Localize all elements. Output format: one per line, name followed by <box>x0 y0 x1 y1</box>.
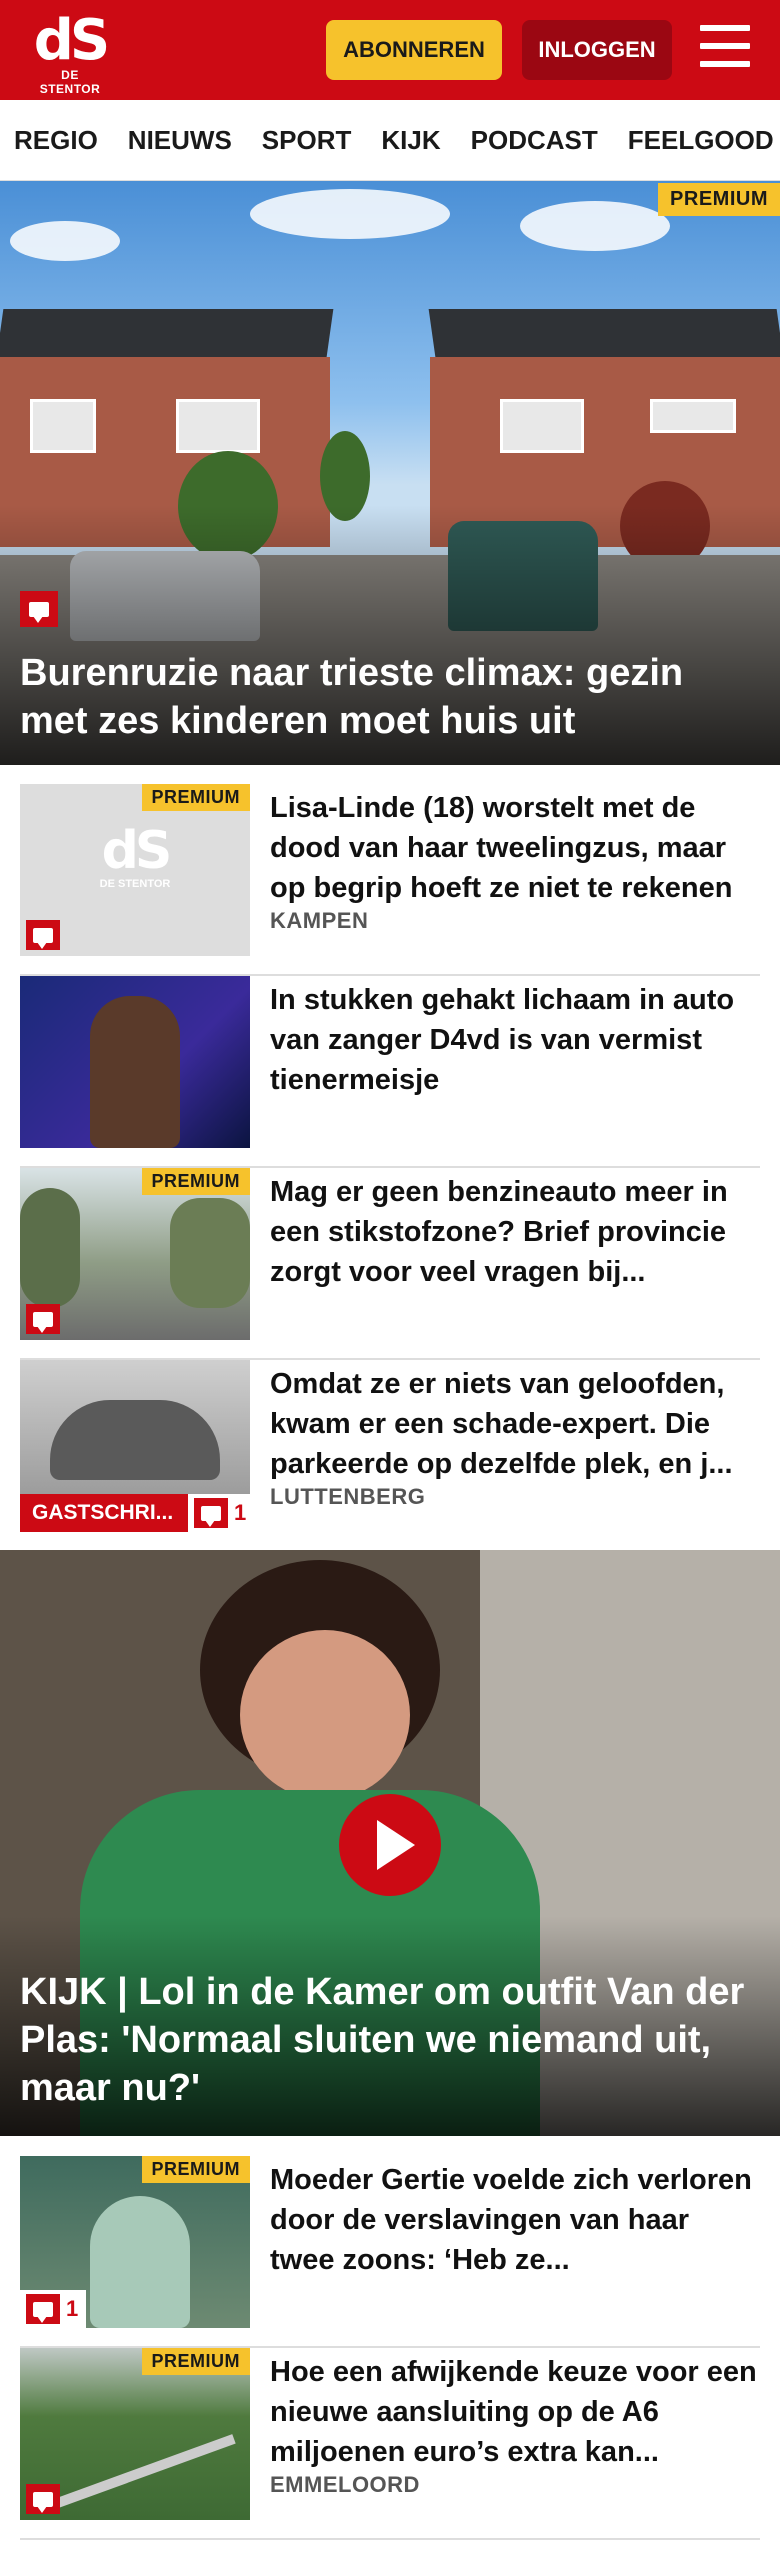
nav-item-feelgood[interactable]: FEELGOOD <box>628 125 774 156</box>
article-title[interactable]: Omdat ze er niets van geloofden, kwam er… <box>270 1364 760 1484</box>
article-thumbnail: PREMIUM <box>20 1168 250 1340</box>
tree-shape <box>170 1198 250 1308</box>
placeholder-logo: dS DE STENTOR <box>99 821 173 890</box>
list-item[interactable]: PREMIUM Hoe een afwijkende keuze voor ee… <box>20 2348 760 2540</box>
comment-icon <box>20 591 58 627</box>
subscribe-button[interactable]: ABONNEREN <box>326 20 502 80</box>
window <box>30 399 96 453</box>
article-title[interactable]: In stukken gehakt lichaam in auto van za… <box>270 980 760 1100</box>
nav-item-sport[interactable]: SPORT <box>262 125 352 156</box>
play-icon[interactable] <box>339 1794 441 1896</box>
login-button[interactable]: INLOGGEN <box>522 20 672 80</box>
article-thumbnail <box>20 976 250 1148</box>
window <box>176 399 260 453</box>
cloud-shape <box>10 221 120 261</box>
roof-right <box>428 309 780 357</box>
comment-count: 1 <box>20 2290 87 2328</box>
road-shape <box>44 2434 236 2512</box>
article-location: LUTTENBERG <box>270 1484 426 1509</box>
comment-icon <box>194 1498 228 1528</box>
guest-writer-label: GASTSCHRI... <box>20 1494 188 1532</box>
premium-badge: PREMIUM <box>658 183 780 216</box>
premium-badge: PREMIUM <box>141 784 250 811</box>
face-shape <box>240 1630 410 1800</box>
singer-figure <box>90 996 180 1148</box>
site-logo[interactable]: dS DE STENTOR <box>30 8 110 97</box>
article-title[interactable]: Mag er geen benzineauto meer in een stik… <box>270 1172 760 1292</box>
comment-icon <box>26 1304 60 1334</box>
premium-badge: PREMIUM <box>141 1168 250 1195</box>
article-title[interactable]: Hoe een afwijkende keuze voor een nieuwe… <box>270 2352 760 2472</box>
person-figure <box>90 2196 190 2328</box>
list-item[interactable]: PREMIUM Mag er geen benzineauto meer in … <box>20 1168 760 1360</box>
article-thumbnail: GASTSCHRI... 1 <box>20 1360 250 1532</box>
list-item[interactable]: dS DE STENTOR PREMIUM Lisa-Linde (18) wo… <box>20 784 760 976</box>
section-nav: REGIO NIEUWS SPORT KIJK PODCAST FEELGOOD… <box>0 100 780 181</box>
nav-item-nieuws[interactable]: NIEUWS <box>128 125 232 156</box>
premium-badge: PREMIUM <box>141 2156 250 2183</box>
list-item[interactable]: GASTSCHRI... 1 Omdat ze er niets van gel… <box>20 1360 760 1552</box>
hero-title[interactable]: Burenruzie naar trieste climax: gezin me… <box>20 649 760 745</box>
tree-shape <box>20 1188 80 1308</box>
article-thumbnail: PREMIUM 1 <box>20 2156 250 2328</box>
article-title[interactable]: Moeder Gertie voelde zich verloren door … <box>270 2160 760 2280</box>
video-article[interactable]: KIJK | Lol in de Kamer om outfit Van der… <box>0 1550 780 2136</box>
premium-badge: PREMIUM <box>141 2348 250 2375</box>
comment-icon <box>26 2484 60 2514</box>
nav-item-kijk[interactable]: KIJK <box>381 125 440 156</box>
comment-count: 1 <box>188 1494 250 1532</box>
comment-icon <box>26 2294 60 2324</box>
article-location: KAMPEN <box>270 908 369 933</box>
article-thumbnail: PREMIUM <box>20 2348 250 2520</box>
cloud-shape <box>520 201 670 251</box>
nav-item-regio[interactable]: REGIO <box>14 125 98 156</box>
window <box>650 399 736 433</box>
list-item[interactable]: In stukken gehakt lichaam in auto van za… <box>20 976 760 1168</box>
article-thumbnail: dS DE STENTOR PREMIUM <box>20 784 250 956</box>
logo-mark: dS <box>33 8 110 73</box>
car-shape <box>50 1400 220 1480</box>
nav-item-podcast[interactable]: PODCAST <box>471 125 598 156</box>
comment-icon <box>26 920 60 950</box>
site-header: dS DE STENTOR ABONNEREN INLOGGEN <box>0 0 780 100</box>
menu-icon[interactable] <box>700 25 750 71</box>
list-item[interactable]: PREMIUM 1 Moeder Gertie voelde zich verl… <box>20 2156 760 2348</box>
cloud-shape <box>250 189 450 239</box>
window <box>500 399 584 453</box>
video-title[interactable]: KIJK | Lol in de Kamer om outfit Van der… <box>20 1968 760 2112</box>
article-location: EMMELOORD <box>270 2472 420 2497</box>
article-title[interactable]: Lisa-Linde (18) worstelt met de dood van… <box>270 788 760 908</box>
roof-left <box>0 309 334 357</box>
hero-article[interactable]: PREMIUM Burenruzie naar trieste climax: … <box>0 181 780 765</box>
